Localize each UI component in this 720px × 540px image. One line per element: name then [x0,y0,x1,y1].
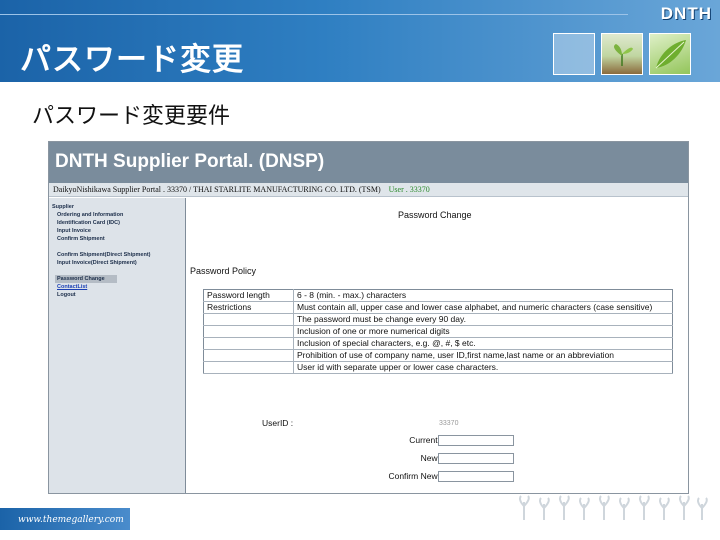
policy-text: Inclusion of special characters, e.g. @,… [293,337,673,350]
brand-line [0,14,628,15]
policy-label [203,325,294,338]
sidebar-item-confirm-shipment-direct[interactable]: Confirm Shipment(Direct Shipment) [49,251,185,259]
header-leaf-image [649,33,691,75]
policy-label [203,337,294,350]
sidebar-item-contact-list[interactable]: ContactList [49,283,185,291]
table-row: The password must be change every 90 day… [203,313,673,326]
table-row: Password length 6 - 8 (min. - max.) char… [203,289,673,302]
password-policy-table: Password length 6 - 8 (min. - max.) char… [203,289,673,374]
slide-header: DNTH パスワード変更 [0,0,720,82]
policy-text: 6 - 8 (min. - max.) characters [293,289,673,302]
slide-subtitle: パスワード変更要件 [32,104,231,129]
policy-label: Password length [203,289,294,302]
table-row: Inclusion of special characters, e.g. @,… [203,337,673,350]
portal-content: Password Change Password Policy Password… [185,198,688,493]
footer-url: www.themegallery.com [18,515,124,525]
policy-text: Must contain all, upper case and lower c… [293,301,673,314]
new-password-input[interactable] [438,453,514,464]
confirm-password-input[interactable] [438,471,514,482]
policy-text: The password must be change every 90 day… [293,313,673,326]
policy-text: Prohibition of use of company name, user… [293,349,673,362]
header-decoration-square [553,33,595,75]
password-change-title: Password Change [398,210,472,220]
portal-window: DNTH Supplier Portal. (DNSP) DaikyoNishi… [48,141,689,494]
portal-sidebar: Supplier Ordering and Information Identi… [49,198,185,493]
portal-user-label: User . 33370 [388,185,430,194]
portal-infobar: DaikyoNishikawa Supplier Portal . 33370 … [49,183,688,197]
sidebar-section-supplier: Supplier [52,204,75,210]
userid-value: 33370 [439,420,459,427]
slide-title: パスワード変更 [20,42,244,78]
sidebar-item-idc[interactable]: Identification Card (IDC) [49,219,185,227]
sidebar-item-ordering[interactable]: Ordering and Information [49,211,185,219]
header-sprout-image [601,33,643,75]
sidebar-item-input-invoice[interactable]: Input Invoice [49,227,185,235]
sidebar-item-confirm-shipment[interactable]: Confirm Shipment [49,235,185,243]
policy-text: Inclusion of one or more numerical digit… [293,325,673,338]
table-row: Restrictions Must contain all, upper cas… [203,301,673,314]
sidebar-item-logout[interactable]: Logout [49,291,185,299]
seedling-pattern-icon [518,492,708,526]
policy-label: Restrictions [203,301,294,314]
password-policy-title: Password Policy [190,266,257,276]
portal-body: Supplier Ordering and Information Identi… [49,198,688,493]
portal-infobar-text: DaikyoNishikawa Supplier Portal . 33370 … [53,185,381,194]
current-password-input[interactable] [438,435,514,446]
userid-label: UserID : [262,418,294,428]
table-row: Prohibition of use of company name, user… [203,349,673,362]
brand-logo: DNTH [660,4,712,23]
sidebar-item-input-invoice-direct[interactable]: Input Invoice(Direct Shipment) [49,259,185,267]
table-row: Inclusion of one or more numerical digit… [203,325,673,338]
policy-label [203,361,294,374]
sidebar-item-password-change[interactable]: Password Change [55,275,117,283]
policy-label [203,313,294,326]
portal-header-title: DNTH Supplier Portal. (DNSP) [49,142,688,183]
policy-text: User id with separate upper or lower cas… [293,361,673,374]
table-row: User id with separate upper or lower cas… [203,361,673,374]
policy-label [203,349,294,362]
